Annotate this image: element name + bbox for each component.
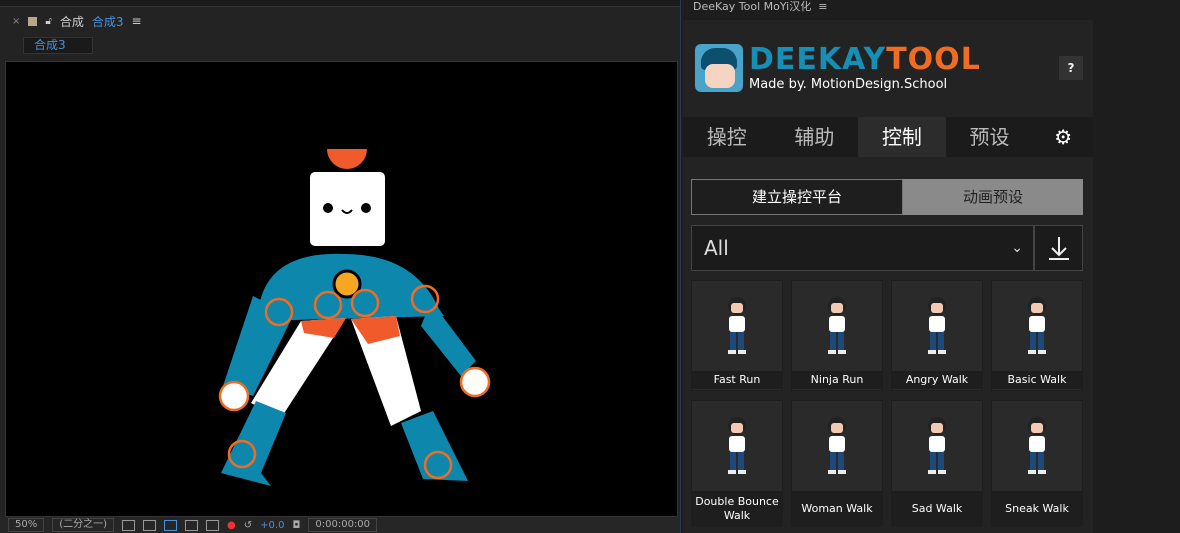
preset-thumbnail <box>692 401 782 491</box>
character-rig <box>218 149 491 486</box>
camera-icon[interactable]: ◘ <box>292 520 300 531</box>
character-head <box>310 172 385 246</box>
download-button[interactable] <box>1034 225 1083 271</box>
category-value: All <box>704 236 729 260</box>
download-icon <box>1048 237 1069 260</box>
preset-label: Woman Walk <box>792 491 882 527</box>
tab-helpers[interactable]: 辅助 <box>771 117 859 157</box>
guides-icon[interactable] <box>206 519 220 531</box>
chevron-down-icon: ⌄ <box>1011 240 1023 256</box>
color-channels-icon[interactable]: ● <box>227 520 236 531</box>
label-color-icon[interactable] <box>28 16 38 26</box>
gear-icon[interactable]: ⚙ <box>1033 117 1093 157</box>
lock-icon[interactable]: 🔓︎ <box>45 16 51 27</box>
preset-card[interactable]: Basic Walk <box>991 280 1083 391</box>
preset-thumbnail <box>792 401 882 491</box>
preset-label: Basic Walk <box>992 371 1082 389</box>
preset-card[interactable]: Woman Walk <box>791 400 883 527</box>
build-rig-button[interactable]: 建立操控平台 <box>691 179 903 215</box>
mask-visibility-icon[interactable] <box>164 519 178 531</box>
deekay-logo: DEEKAYTOOL Made by. MotionDesign.School <box>695 44 981 92</box>
preset-label: Ninja Run <box>792 371 882 389</box>
logo-avatar <box>695 44 743 92</box>
logo-subtitle: Made by. MotionDesign.School <box>749 76 948 92</box>
transparency-grid-icon[interactable] <box>143 519 157 531</box>
resolution-select[interactable]: (二分之一) <box>52 518 115 532</box>
animation-presets-button[interactable]: 动画预设 <box>903 179 1083 215</box>
preset-card[interactable]: Fast Run <box>691 280 783 391</box>
logo-text-tool: TOOL <box>886 41 981 77</box>
deekay-content: DEEKAYTOOL Made by. MotionDesign.School … <box>683 20 1093 533</box>
logo-text-deekay: DEEKAY <box>749 41 887 77</box>
preset-card[interactable]: Sneak Walk <box>991 400 1083 527</box>
composition-panel: × 🔓︎ 合成 合成3 ≡ 合成3 50% (二分之一) ● ↺ +0.0 ◘ … <box>0 0 680 533</box>
exposure-reset-icon[interactable]: ↺ <box>244 520 252 531</box>
timecode[interactable]: 0:00:00:00 <box>308 518 378 532</box>
character-hat <box>327 149 367 169</box>
region-of-interest-icon[interactable] <box>185 519 199 531</box>
tab-rigging[interactable]: 操控 <box>683 117 771 157</box>
snapshot-icon[interactable] <box>122 519 136 531</box>
comp-name[interactable]: 合成3 <box>92 13 124 30</box>
preset-card[interactable]: Angry Walk <box>891 280 983 391</box>
preset-card[interactable]: Double Bounce Walk <box>691 400 783 527</box>
viewer-toolbar: 50% (二分之一) ● ↺ +0.0 ◘ 0:00:00:00 <box>0 517 680 533</box>
preset-label: Sneak Walk <box>992 491 1082 527</box>
preset-card[interactable]: Sad Walk <box>891 400 983 527</box>
panel-tab-strip <box>0 0 680 7</box>
category-dropdown[interactable]: All ⌄ <box>691 225 1034 271</box>
preset-label: Angry Walk <box>892 371 982 389</box>
preset-thumbnail <box>692 281 782 371</box>
preset-label: Fast Run <box>692 371 782 389</box>
panel-title: 合成 <box>59 14 84 29</box>
close-icon[interactable]: × <box>12 16 20 27</box>
main-tabs: 操控 辅助 控制 预设 ⚙ <box>683 117 1093 157</box>
tab-presets[interactable]: 预设 <box>946 117 1034 157</box>
preset-thumbnail <box>892 281 982 371</box>
panel-title: DeeKay Tool MoYi汉化 ≡ <box>693 0 827 14</box>
zoom-select[interactable]: 50% <box>8 518 45 532</box>
preset-thumbnail <box>992 401 1082 491</box>
preset-card[interactable]: Ninja Run <box>791 280 883 391</box>
panel-menu-icon[interactable]: ≡ <box>818 0 827 13</box>
panel-menu-icon[interactable]: ≡ <box>132 14 142 28</box>
comp-tab[interactable]: 合成3 <box>23 37 93 54</box>
help-button[interactable]: ? <box>1059 56 1083 80</box>
composition-viewer[interactable] <box>5 61 678 517</box>
preset-label: Double Bounce Walk <box>692 491 782 527</box>
panel-title-text: DeeKay Tool MoYi汉化 <box>693 0 812 13</box>
deekay-panel: DeeKay Tool MoYi汉化 ≡ DEEKAYTOOL Made by.… <box>680 0 1180 533</box>
mode-segment: 建立操控平台 动画预设 <box>691 179 1083 215</box>
preset-label: Sad Walk <box>892 491 982 527</box>
preset-thumbnail <box>892 401 982 491</box>
preset-thumbnail <box>792 281 882 371</box>
tab-controls[interactable]: 控制 <box>858 117 946 157</box>
composition-header: × 🔓︎ 合成 合成3 ≡ <box>12 12 142 30</box>
left-boot <box>221 401 286 486</box>
preset-thumbnail <box>992 281 1082 371</box>
exposure-value[interactable]: +0.0 <box>260 520 284 531</box>
right-boot <box>401 411 468 481</box>
